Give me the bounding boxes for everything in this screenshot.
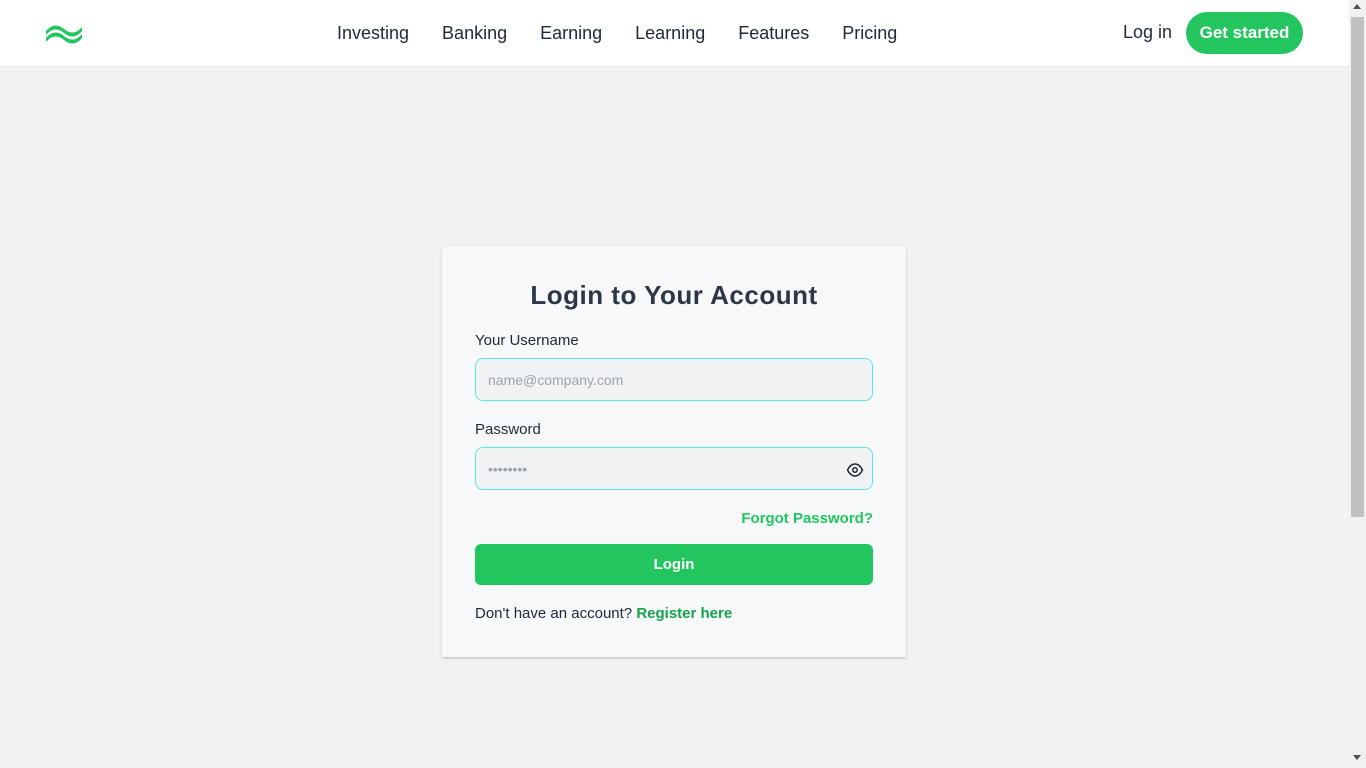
nav-login-link[interactable]: Log in: [1123, 22, 1172, 43]
eye-icon[interactable]: [846, 461, 864, 479]
register-prompt: Don't have an account? Register here: [475, 605, 732, 622]
password-label: Password: [475, 421, 541, 438]
username-label: Your Username: [475, 332, 579, 349]
scroll-up-arrow-icon[interactable]: [1353, 4, 1361, 9]
nav-link-features[interactable]: Features: [738, 23, 809, 44]
username-field-wrapper: [475, 358, 873, 401]
nav-link-learning[interactable]: Learning: [635, 23, 705, 44]
password-input[interactable]: [476, 448, 872, 489]
page-scrollbar[interactable]: [1349, 0, 1366, 768]
scroll-down-arrow-icon[interactable]: [1353, 755, 1361, 760]
page-title: Login to Your Account: [530, 280, 818, 310]
nav-link-earning[interactable]: Earning: [540, 23, 602, 44]
nav-link-banking[interactable]: Banking: [442, 23, 507, 44]
nav-link-investing[interactable]: Investing: [337, 23, 409, 44]
login-card: Login to Your Account Your Username Pass…: [442, 246, 906, 657]
register-prompt-text: Don't have an account?: [475, 605, 633, 622]
login-submit-button[interactable]: Login: [475, 544, 873, 585]
nav-link-pricing[interactable]: Pricing: [842, 23, 897, 44]
scroll-thumb[interactable]: [1351, 17, 1364, 517]
top-navbar: Investing Banking Earning Learning Featu…: [0, 0, 1349, 67]
wave-logo-icon[interactable]: [45, 21, 83, 45]
password-field-wrapper: [475, 447, 873, 490]
username-input[interactable]: [476, 359, 872, 400]
register-link[interactable]: Register here: [636, 605, 732, 622]
primary-nav: Investing Banking Earning Learning Featu…: [337, 0, 897, 67]
get-started-button[interactable]: Get started: [1186, 12, 1303, 54]
forgot-password-link[interactable]: Forgot Password?: [741, 510, 873, 527]
